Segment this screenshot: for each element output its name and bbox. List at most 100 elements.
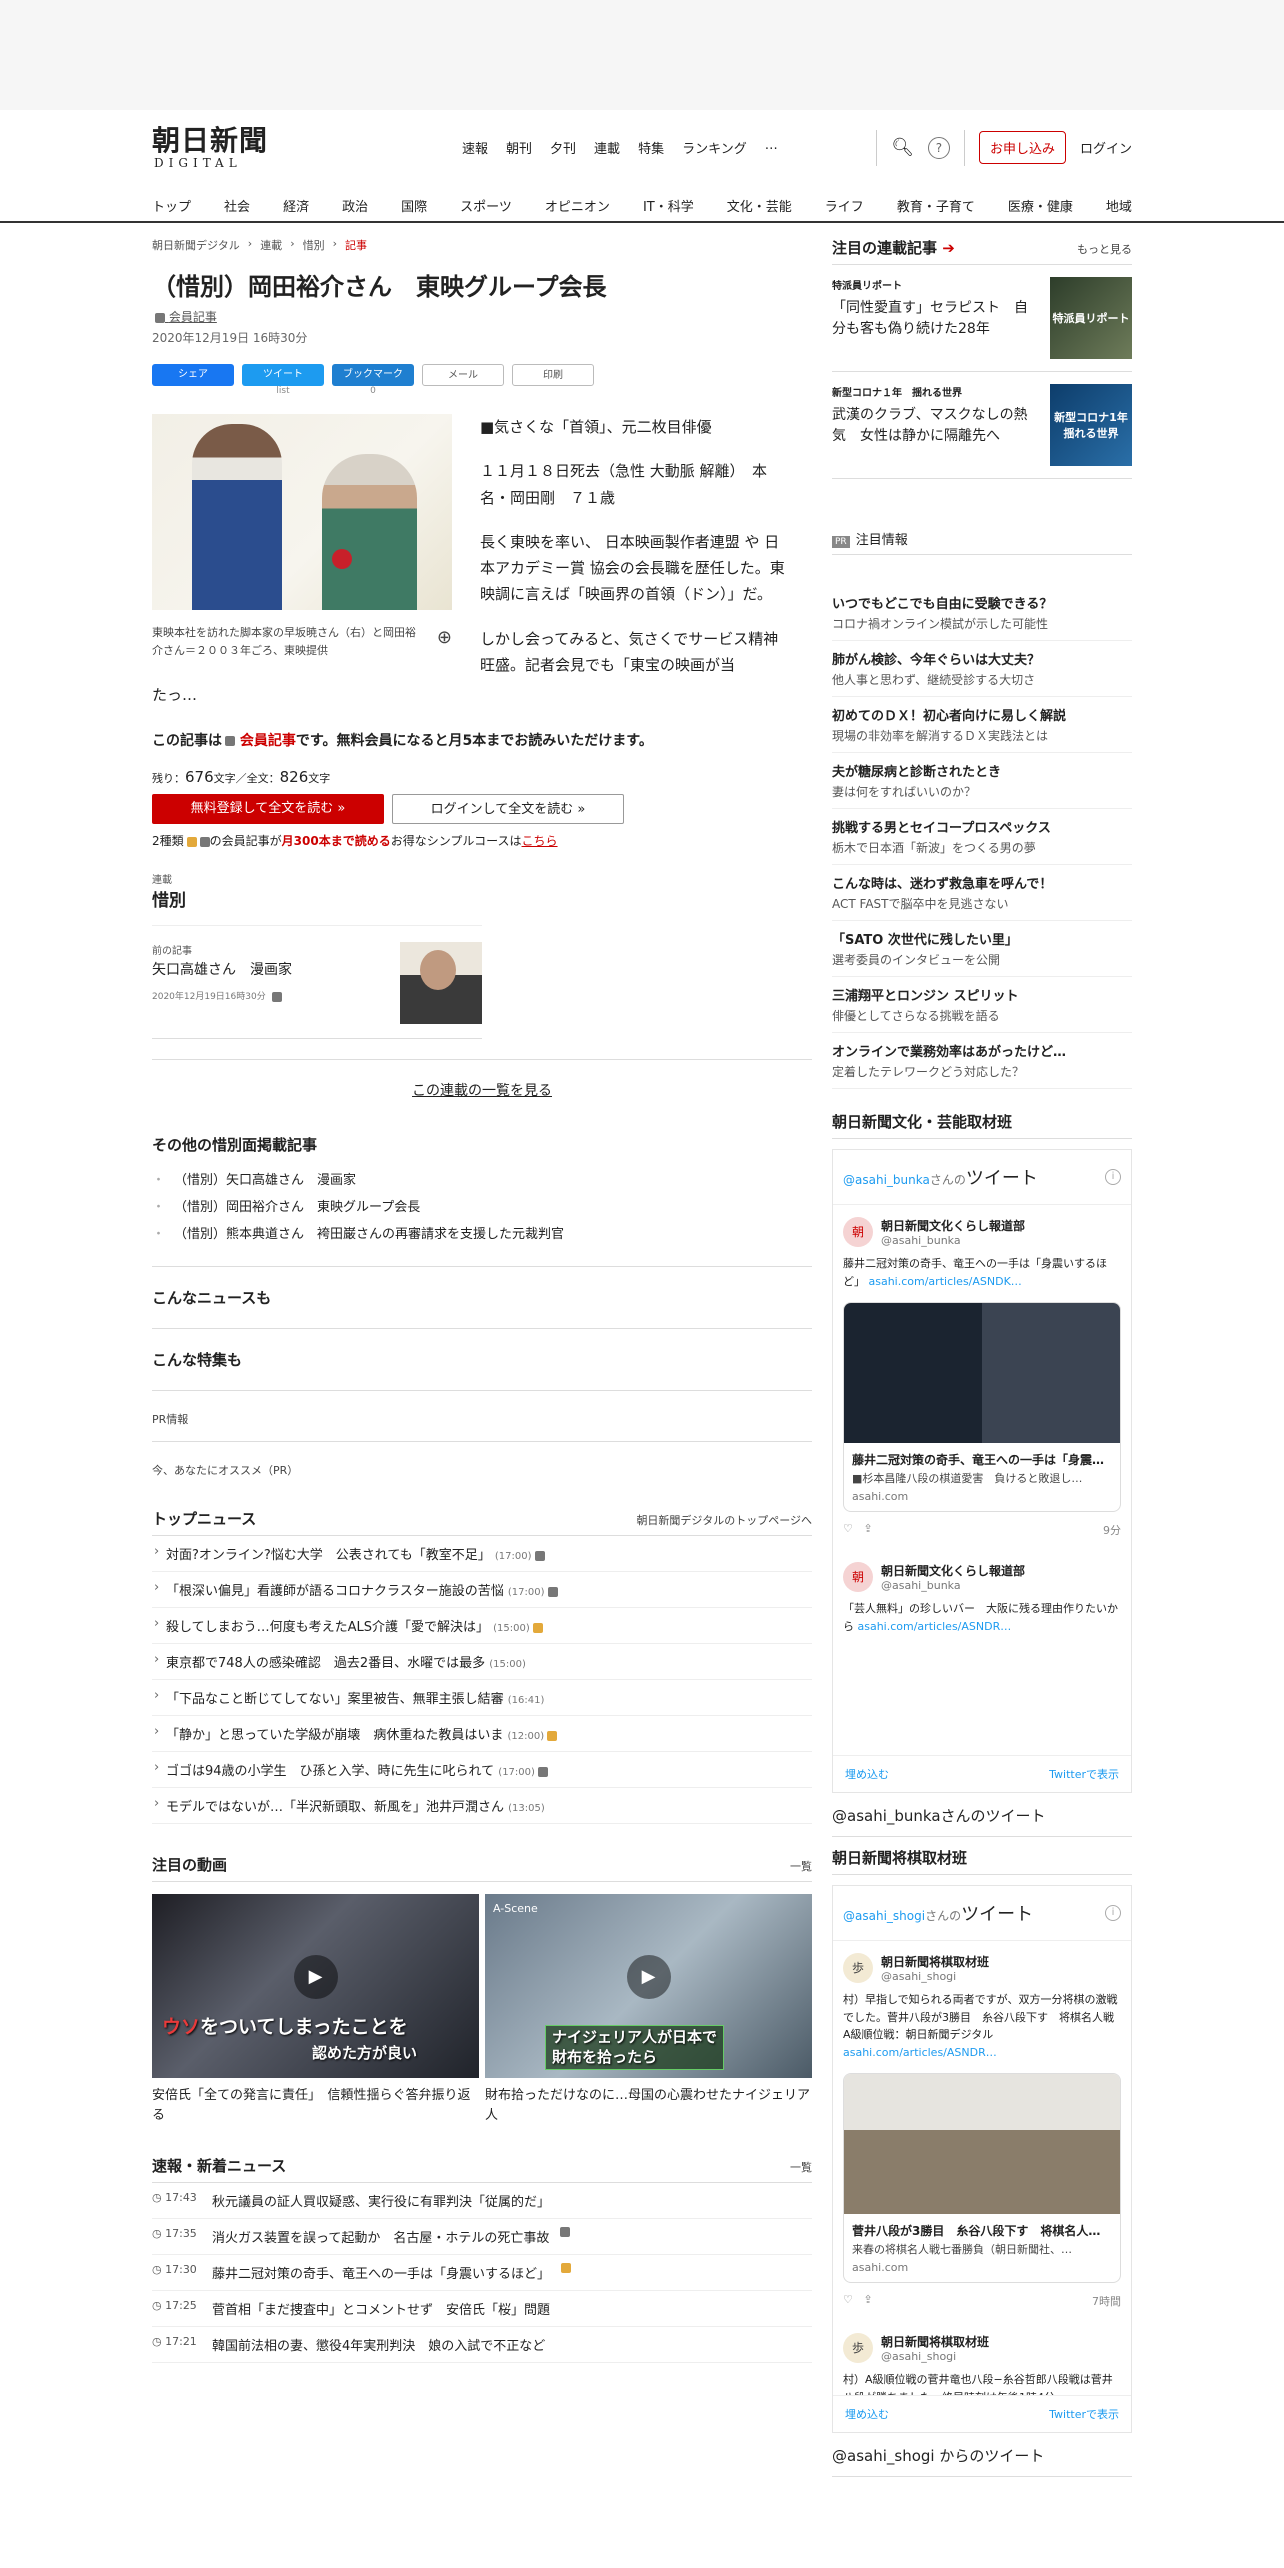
list-item[interactable]: （惜別）矢口高雄さん 漫画家: [152, 1165, 812, 1192]
list-item[interactable]: オンラインで業務効率はあがったけど… 定着したテレワークどう対応した？: [832, 1033, 1132, 1089]
cat-life[interactable]: ライフ: [825, 196, 864, 215]
videos-more-link[interactable]: 一覧: [790, 1858, 812, 1874]
tweet-time[interactable]: 9分: [1103, 1522, 1121, 1538]
tweet-handle[interactable]: @asahi_shogi: [881, 1970, 989, 1983]
table-row[interactable]: 殺してしまおう…何度も考えたALS介護「愛で解決は」 (15:00): [152, 1608, 812, 1645]
list-item[interactable]: 三浦翔平とロンジン スピリット 俳優としてさらなる挑戦を語る: [832, 977, 1132, 1033]
tweet-author[interactable]: 朝日新聞将棋取材班: [881, 1953, 989, 1970]
tweet-handle[interactable]: @asahi_bunka: [881, 1579, 1025, 1592]
tweet-author[interactable]: 朝日新聞文化くらし報道部: [881, 1217, 1025, 1234]
tweet-button[interactable]: ツイート: [242, 364, 324, 386]
topnav-rensai[interactable]: 連載: [594, 138, 620, 157]
tweet-card[interactable]: 菅井八段が3勝目 糸谷八段下す 将棋名人… 来春の将棋名人戦七番勝負（朝日新聞社…: [843, 2073, 1121, 2284]
avatar[interactable]: 歩: [843, 1953, 873, 1983]
help-icon[interactable]: ?: [927, 136, 950, 159]
tweet-link[interactable]: asahi.com/articles/ASNDR…: [843, 2046, 997, 2059]
twitter-embed-handle[interactable]: @asahi_shogiさんのツイート: [843, 1900, 1033, 1926]
tweet[interactable]: 朝 朝日新聞文化くらし報道部 @asahi_bunka 藤井二冠対策の奇手、竜王…: [833, 1205, 1131, 1550]
tweet-handle[interactable]: @asahi_bunka: [881, 1234, 1025, 1247]
login-read-button[interactable]: ログインして全文を読む »: [392, 794, 624, 825]
twitter-embed-handle[interactable]: @asahi_bunkaさんのツイート: [843, 1164, 1038, 1190]
subscribe-button[interactable]: お申し込み: [978, 131, 1066, 164]
table-row[interactable]: ゴゴは94歳の小学生 ひ孫と入学、時に先生に叱られて (17:00): [152, 1752, 812, 1789]
video-thumbnail[interactable]: A-Scene ▶ ナイジェリア人が日本で 財布を拾ったら: [485, 1894, 812, 2079]
article-photo[interactable]: [152, 414, 452, 610]
previous-article[interactable]: 前の記事 矢口高雄さん 漫画家 2020年12月19日16時30分: [152, 925, 482, 1040]
list-item[interactable]: （惜別）熊本典道さん 袴田巌さんの再審請求を支援した元裁判官: [152, 1219, 812, 1246]
facebook-share-button[interactable]: シェア: [152, 364, 234, 386]
flash-more-link[interactable]: 一覧: [790, 2159, 812, 2175]
breadcrumb-rensai[interactable]: 連載: [260, 237, 282, 253]
zoom-icon[interactable]: ⊕: [437, 624, 452, 659]
video-card[interactable]: A-Scene ▶ ナイジェリア人が日本で 財布を拾ったら 財布拾っただけなのに…: [485, 1894, 812, 2125]
featured-item[interactable]: 特派員リポート 「同性愛直す」セラピスト 自分も客も偽り続けた28年 特派員リポ…: [832, 265, 1132, 372]
cat-top[interactable]: トップ: [152, 196, 191, 215]
cat-economy[interactable]: 経済: [283, 196, 309, 215]
cat-opinion[interactable]: オピニオン: [545, 196, 610, 215]
tweet-author[interactable]: 朝日新聞文化くらし報道部: [881, 1562, 1025, 1579]
prev-thumbnail[interactable]: [400, 942, 482, 1025]
shogi-tweets-caption[interactable]: @asahi_shogi からのツイート: [832, 2445, 1132, 2477]
tweet-count[interactable]: list: [242, 386, 324, 396]
like-icon[interactable]: ♡ ⇪: [843, 1522, 873, 1538]
bunka-tweets-caption[interactable]: @asahi_bunkaさんのツイート: [832, 1805, 1132, 1837]
video-caption[interactable]: 安倍氏「全ての発言に責任」 信頼性揺らぐ答弁振り返る: [152, 2086, 479, 2125]
cat-sports[interactable]: スポーツ: [460, 196, 512, 215]
featured-text[interactable]: 「同性愛直す」セラピスト 自分も客も偽り続けた28年: [832, 298, 1040, 340]
embed-link[interactable]: 埋め込む: [845, 1766, 889, 1782]
avatar[interactable]: 歩: [843, 2333, 873, 2364]
featured-item[interactable]: 新型コロナ１年 揺れる世界 武漢のクラブ、マスクなしの熱気 女性は静かに隔離先へ…: [832, 372, 1132, 479]
list-item[interactable]: （惜別）岡田裕介さん 東映グループ会長: [152, 1192, 812, 1219]
featured-thumbnail[interactable]: 特派員リポート: [1050, 277, 1132, 359]
list-item[interactable]: 挑戦する男とセイコープロスペックス 栃木で日本酒「新波」をつくる男の夢: [832, 809, 1132, 865]
table-row[interactable]: ◷ 17:21 韓国前法相の妻、懲役4年実刑判決 娘の入試で不正など: [152, 2327, 812, 2364]
register-read-button[interactable]: 無料登録して全文を読む »: [152, 794, 384, 825]
table-row[interactable]: 「静か」と思っていた学級が崩壊 病休重ねた教員はいま (12:00): [152, 1716, 812, 1753]
list-item[interactable]: いつでもどこでも自由に受験できる？ コロナ禍オンライン模試が示した可能性: [832, 585, 1132, 641]
cat-health[interactable]: 医療・健康: [1008, 196, 1073, 215]
list-item[interactable]: こんな時は、迷わず救急車を呼んで！ ACT FASTで脳卒中を見逃さない: [832, 865, 1132, 921]
bookmark-count[interactable]: 0: [332, 386, 414, 396]
cat-it-science[interactable]: IT・科学: [643, 196, 694, 215]
tweet-handle[interactable]: @asahi_shogi: [881, 2350, 989, 2363]
print-button[interactable]: 印刷: [512, 364, 594, 386]
topnav-yuukan[interactable]: 夕刊: [550, 138, 576, 157]
tweet[interactable]: 歩 朝日新聞将棋取材班 @asahi_shogi 村）早指しで知られる両者ですが…: [833, 1941, 1131, 2321]
tweet-time[interactable]: 7時間: [1092, 2293, 1121, 2309]
more-menu-icon[interactable]: …: [765, 138, 778, 157]
cat-culture[interactable]: 文化・芸能: [727, 196, 792, 215]
play-icon[interactable]: ▶: [293, 1955, 338, 2000]
featured-more-link[interactable]: もっと見る: [1077, 241, 1132, 257]
topnav-sokuho[interactable]: 速報: [462, 138, 488, 157]
cat-society[interactable]: 社会: [224, 196, 250, 215]
featured-text[interactable]: 武漢のクラブ、マスクなしの熱気 女性は静かに隔離先へ: [832, 405, 1040, 447]
tweet-card[interactable]: 藤井二冠対策の奇手、竜王への一手は「身震… ■杉本昌隆八段の棋道愛害 負けると敗…: [843, 1302, 1121, 1513]
site-logo[interactable]: 朝日新聞 DIGITAL: [152, 125, 282, 170]
cat-politics[interactable]: 政治: [342, 196, 368, 215]
table-row[interactable]: モデルではないが…「半沢新頭取、新風を」池井戸潤さん (13:05): [152, 1788, 812, 1825]
search-icon[interactable]: 🔍︎: [891, 137, 914, 158]
login-link[interactable]: ログイン: [1080, 138, 1132, 157]
avatar[interactable]: 朝: [843, 1562, 873, 1593]
cat-region[interactable]: 地域: [1106, 196, 1132, 215]
cat-international[interactable]: 国際: [401, 196, 427, 215]
mail-share-button[interactable]: メール: [422, 364, 504, 386]
table-row[interactable]: ◷ 17:35 消火ガス装置を誤って起動か 名古屋・ホテルの死亡事故: [152, 2219, 812, 2256]
info-icon[interactable]: i: [1105, 1905, 1121, 1921]
list-item[interactable]: 夫が糖尿病と診断されたとき 妻は何をすればいいのか？: [832, 753, 1132, 809]
table-row[interactable]: 東京都で748人の感染確認 過去2番目、水曜では最多 (15:00): [152, 1644, 812, 1681]
cat-education[interactable]: 教育・子育て: [897, 196, 975, 215]
view-on-twitter-link[interactable]: Twitterで表示: [1049, 2406, 1119, 2422]
table-row[interactable]: ◷ 17:30 藤井二冠対策の奇手、竜王への一手は「身震いするほど」: [152, 2255, 812, 2292]
avatar[interactable]: 朝: [843, 1217, 873, 1247]
table-row[interactable]: 「下品なこと断じてしてない」案里被告、無罪主張し結審 (16:41): [152, 1680, 812, 1717]
table-row[interactable]: 対面?オンライン?悩む大学 公表されても「教室不足」 (17:00): [152, 1536, 812, 1573]
embed-link[interactable]: 埋め込む: [845, 2406, 889, 2422]
play-icon[interactable]: ▶: [626, 1955, 671, 2000]
video-thumbnail[interactable]: ▶ ウソをついてしまったことを 認めた方が良い: [152, 1894, 479, 2079]
breadcrumb-home[interactable]: 朝日新聞デジタル: [152, 237, 240, 253]
topnav-ranking[interactable]: ランキング: [682, 138, 747, 157]
view-on-twitter-link[interactable]: Twitterで表示: [1049, 1766, 1119, 1782]
tweet-link[interactable]: asahi.com/articles/ASNDK…: [869, 1275, 1022, 1288]
topnav-choukan[interactable]: 朝刊: [506, 138, 532, 157]
